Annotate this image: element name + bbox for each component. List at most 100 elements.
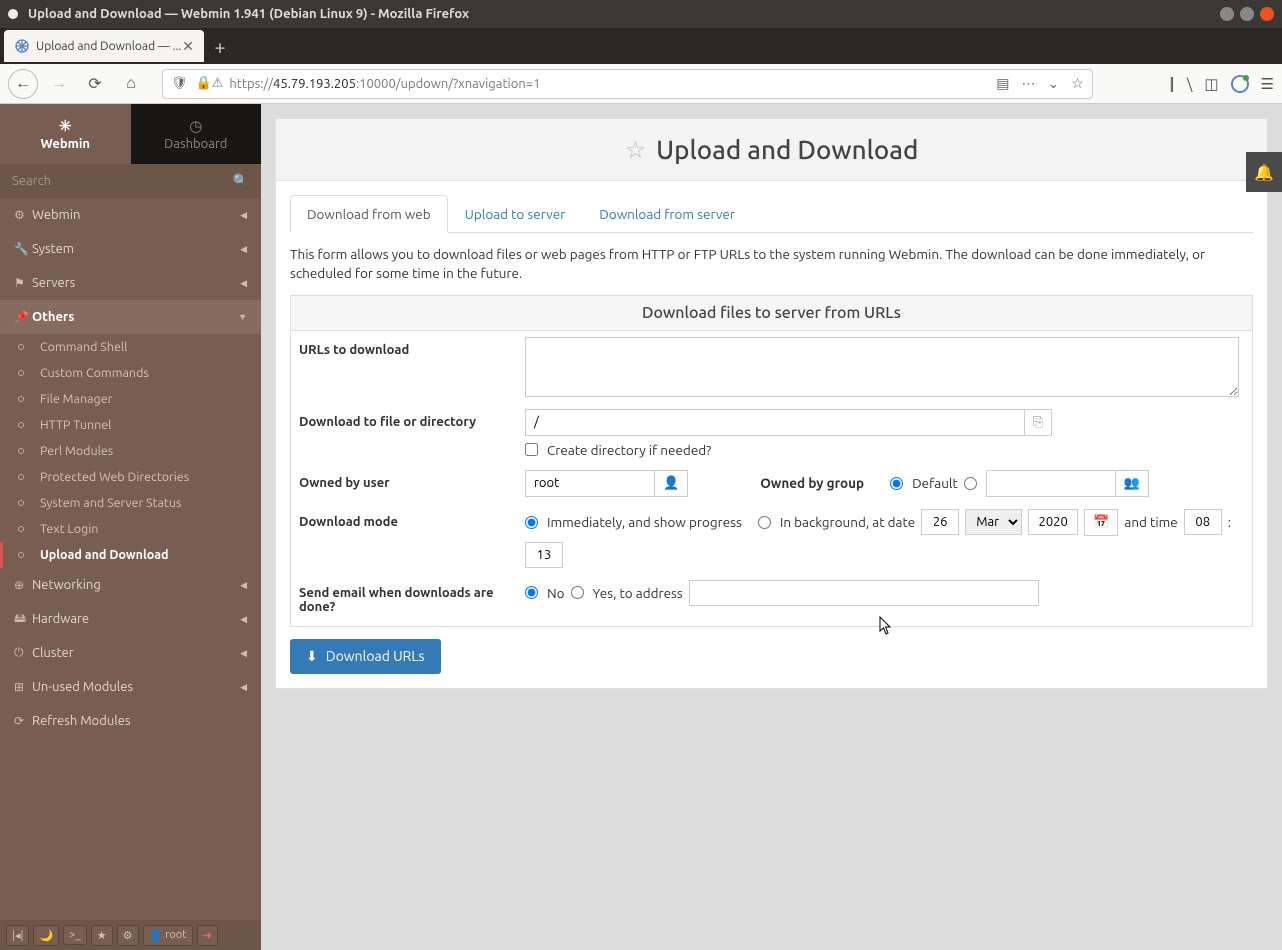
menu-icon[interactable]: ☰ xyxy=(1261,75,1274,93)
sidebar-item-label: Hardware xyxy=(32,612,89,626)
group-custom-input[interactable] xyxy=(964,477,977,490)
owner-group-input[interactable] xyxy=(986,470,1116,497)
settings-button[interactable]: ⚙ xyxy=(117,925,139,946)
page-actions-icon[interactable]: ⋯ xyxy=(1022,75,1036,92)
date-month-select[interactable]: Mar xyxy=(965,509,1022,535)
bookmark-star-icon[interactable]: ☆ xyxy=(1071,75,1084,92)
logout-button[interactable]: ➜ xyxy=(197,925,218,946)
sidebar-item-others[interactable]: 📌Others▼ xyxy=(0,300,261,334)
home-button[interactable]: ⌂ xyxy=(116,69,146,99)
date-day-input[interactable] xyxy=(921,509,959,535)
new-tab-button[interactable]: + xyxy=(204,30,236,62)
sidebar-subitem-custom-commands[interactable]: Custom Commands xyxy=(0,360,261,386)
download-urls-button[interactable]: ⬇ Download URLs xyxy=(290,639,441,674)
user-picker-button[interactable]: 👤 xyxy=(655,470,688,497)
time-hour-input[interactable] xyxy=(1184,509,1222,535)
back-button[interactable]: ← xyxy=(8,69,38,99)
tab-close-icon[interactable]: ✕ xyxy=(182,38,194,55)
sidebar-subitem-file-manager[interactable]: File Manager xyxy=(0,386,261,412)
tab-download-from-server[interactable]: Download from server xyxy=(582,195,752,233)
create-dir-checkbox[interactable]: Create directory if needed? xyxy=(525,442,711,458)
webmin-icon: ✳ xyxy=(59,117,72,135)
sidebar-tab-dashboard[interactable]: ◷ Dashboard xyxy=(131,104,262,164)
sidebar-item-unused-modules[interactable]: ⊞Un-used Modules◀ xyxy=(0,670,261,704)
chevron-left-icon: ◀ xyxy=(240,278,247,289)
email-address-input[interactable] xyxy=(689,580,1039,606)
sidebar-item-hardware[interactable]: 🖴Hardware◀ xyxy=(0,602,261,636)
mode-immediate-radio[interactable]: Immediately, and show progress xyxy=(525,514,742,530)
sidebar-subitem-text-login[interactable]: Text Login xyxy=(0,516,261,542)
sidebar-toggle-icon[interactable]: ◫ xyxy=(1204,75,1218,93)
group-custom-radio[interactable] xyxy=(964,477,980,490)
browse-files-button[interactable]: ⎘ xyxy=(1025,409,1052,436)
owner-user-input[interactable] xyxy=(525,470,655,497)
notification-button[interactable]: 🔔 xyxy=(1246,152,1282,192)
window-close-button[interactable] xyxy=(1260,7,1274,21)
lock-warning-icon: 🔒⚠ xyxy=(196,76,224,91)
page-tabs: Download from web Upload to server Downl… xyxy=(290,195,1253,233)
chevron-down-icon: ▼ xyxy=(238,312,247,322)
sidebar-item-servers[interactable]: ⚑Servers◀ xyxy=(0,266,261,300)
reader-mode-icon[interactable]: ▤ xyxy=(996,75,1009,92)
download-form: Download files to server from URLs URLs … xyxy=(290,295,1253,627)
sidebar-subitem-label: HTTP Tunnel xyxy=(40,418,111,432)
sidebar-item-webmin[interactable]: ⚙Webmin◀ xyxy=(0,198,261,232)
sidebar-subitem-perl-modules[interactable]: Perl Modules xyxy=(0,438,261,464)
sidebar-subitem-label: Custom Commands xyxy=(40,366,149,380)
mode-background-radio[interactable]: In background, at date xyxy=(758,514,915,530)
sidebar-subitem-upload-download[interactable]: Upload and Download xyxy=(0,542,261,568)
chevron-left-icon: ◀ xyxy=(240,682,247,693)
url-prefix: https:// xyxy=(229,77,273,91)
group-picker-button[interactable]: 👥 xyxy=(1116,470,1149,497)
user-label: root xyxy=(165,929,186,941)
terminal-button[interactable]: >_ xyxy=(63,925,87,945)
power-icon: ⏻ xyxy=(14,646,32,660)
browser-tab[interactable]: Upload and Download — ... ✕ xyxy=(4,30,204,62)
create-dir-input[interactable] xyxy=(525,443,538,456)
account-icon[interactable] xyxy=(1231,75,1249,93)
email-no-radio[interactable]: No xyxy=(525,585,565,601)
tab-upload-to-server[interactable]: Upload to server xyxy=(448,195,583,233)
sidebar-item-refresh-modules[interactable]: ⟳Refresh Modules xyxy=(0,704,261,738)
email-no-input[interactable] xyxy=(525,586,538,599)
sidebar-item-cluster[interactable]: ⏻Cluster◀ xyxy=(0,636,261,670)
sidebar-item-system[interactable]: 🔧System◀ xyxy=(0,232,261,266)
tab-download-from-web[interactable]: Download from web xyxy=(290,195,448,233)
directory-input[interactable] xyxy=(525,409,1025,436)
favorites-button[interactable]: ★ xyxy=(91,925,113,946)
sidebar-search[interactable]: 🔍 xyxy=(0,164,261,198)
date-year-input[interactable] xyxy=(1028,509,1078,535)
sidebar-subitem-protected-web-directories[interactable]: Protected Web Directories xyxy=(0,464,261,490)
user-button[interactable]: 👤 root xyxy=(143,925,193,946)
pocket-icon[interactable]: ⌄ xyxy=(1048,75,1060,92)
group-default-radio[interactable]: Default xyxy=(890,475,958,491)
night-mode-button[interactable]: 🌙 xyxy=(33,925,59,946)
window-maximize-button[interactable] xyxy=(1240,7,1254,21)
sidebar-subitem-label: Perl Modules xyxy=(40,444,113,458)
star-icon[interactable]: ☆ xyxy=(625,136,647,164)
mode-immediate-input[interactable] xyxy=(525,516,538,529)
urls-textarea[interactable] xyxy=(525,337,1239,397)
sidebar-search-input[interactable] xyxy=(12,174,233,188)
email-yes-radio[interactable]: Yes, to address xyxy=(571,585,683,601)
url-bar[interactable]: 🛡 🔒⚠ https://45.79.193.205:10000/updown/… xyxy=(162,69,1093,99)
calendar-button[interactable]: 📅 xyxy=(1084,509,1118,536)
refresh-icon: ⟳ xyxy=(14,714,32,728)
email-yes-input[interactable] xyxy=(571,586,584,599)
sidebar-item-networking[interactable]: ⊕Networking◀ xyxy=(0,568,261,602)
sidebar-subitem-label: Text Login xyxy=(40,522,98,536)
reload-button[interactable]: ⟳ xyxy=(80,69,110,99)
group-default-input[interactable] xyxy=(890,477,903,490)
collapse-sidebar-button[interactable]: |◂| xyxy=(6,925,29,946)
sidebar-subitem-system-server-status[interactable]: System and Server Status xyxy=(0,490,261,516)
window-minimize-button[interactable] xyxy=(1220,7,1234,21)
sidebar-tab-label: Webmin xyxy=(40,137,90,151)
time-min-input[interactable] xyxy=(525,542,563,568)
bullet-icon xyxy=(18,422,24,428)
sidebar-tab-webmin[interactable]: ✳ Webmin xyxy=(0,104,131,164)
sidebar-subitem-command-shell[interactable]: Command Shell xyxy=(0,334,261,360)
mode-background-input[interactable] xyxy=(758,516,771,529)
library-icon[interactable]: ⎹⎸\ xyxy=(1157,75,1193,93)
forward-button[interactable]: → xyxy=(44,69,74,99)
sidebar-subitem-http-tunnel[interactable]: HTTP Tunnel xyxy=(0,412,261,438)
